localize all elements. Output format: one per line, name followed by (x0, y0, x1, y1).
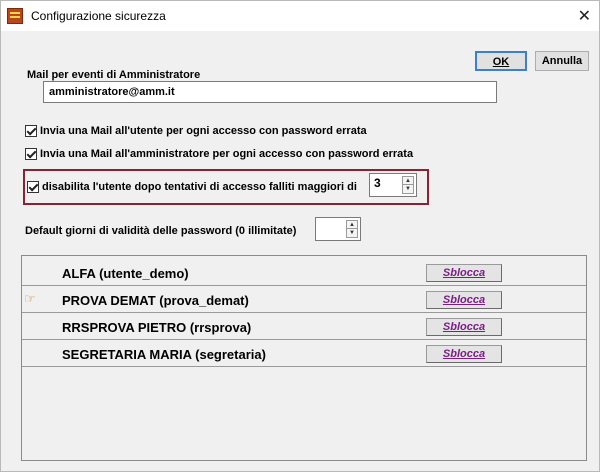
user-row[interactable]: ☞ PROVA DEMAT (prova_demat) Sblocca (22, 287, 586, 313)
unlock-button[interactable]: Sblocca (426, 291, 502, 309)
spin-down-icon[interactable]: ▼ (403, 185, 413, 193)
window-title: Configurazione sicurezza (31, 9, 166, 23)
user-row: RRSPROVA PIETRO (rrsprova) Sblocca (22, 314, 586, 340)
ok-button-label: OK (492, 56, 510, 68)
user-name: ALFA (utente_demo) (62, 266, 189, 281)
validity-spin-buttons: ▲ ▼ (346, 220, 358, 238)
user-row: SEGRETARIA MARIA (segretaria) Sblocca (22, 341, 586, 367)
user-name: RRSPROVA PIETRO (rrsprova) (62, 320, 252, 335)
mail-user-checkbox[interactable] (25, 125, 37, 137)
close-icon[interactable]: ✕ (578, 6, 591, 26)
mail-admin-label: Invia una Mail all'amministratore per og… (40, 148, 414, 160)
user-list: ALFA (utente_demo) Sblocca ☞ PROVA DEMAT… (21, 255, 587, 461)
pointing-hand-icon: ☞ (24, 291, 36, 306)
admin-mail-label: Mail per eventi di Amministratore (27, 69, 201, 81)
unlock-button[interactable]: Sblocca (426, 264, 502, 282)
mail-admin-checkbox[interactable] (25, 148, 37, 160)
title-bar: Configurazione sicurezza ✕ (1, 1, 599, 31)
ok-button[interactable]: OK (475, 51, 527, 71)
spin-down-icon[interactable]: ▼ (347, 229, 357, 237)
disable-user-option[interactable]: disabilita l'utente dopo tentativi di ac… (27, 181, 357, 193)
disable-user-label: disabilita l'utente dopo tentativi di ac… (42, 181, 357, 193)
spin-up-icon[interactable]: ▲ (347, 221, 357, 229)
unlock-button[interactable]: Sblocca (426, 318, 502, 336)
user-row: ALFA (utente_demo) Sblocca (22, 260, 586, 286)
attempts-spin-buttons: ▲ ▼ (402, 176, 414, 194)
spin-up-icon[interactable]: ▲ (403, 177, 413, 185)
app-icon (7, 8, 23, 24)
config-window: Configurazione sicurezza ✕ OK Annulla Ma… (0, 0, 600, 472)
mail-user-label: Invia una Mail all'utente per ogni acces… (40, 125, 367, 137)
user-name: PROVA DEMAT (prova_demat) (62, 293, 249, 308)
user-name: SEGRETARIA MARIA (segretaria) (62, 347, 266, 362)
disable-user-checkbox[interactable] (27, 181, 39, 193)
mail-user-option[interactable]: Invia una Mail all'utente per ogni acces… (25, 125, 367, 137)
password-validity-stepper[interactable]: ▲ ▼ (315, 217, 361, 241)
mail-admin-option[interactable]: Invia una Mail all'amministratore per og… (25, 148, 413, 160)
attempts-stepper[interactable]: 3 ▲ ▼ (369, 173, 417, 197)
password-validity-label: Default giorni di validità delle passwor… (25, 225, 297, 237)
admin-mail-input[interactable]: amministratore@amm.it (43, 81, 497, 103)
attempts-value[interactable]: 3 (374, 176, 381, 190)
cancel-button[interactable]: Annulla (535, 51, 589, 71)
unlock-button[interactable]: Sblocca (426, 345, 502, 363)
